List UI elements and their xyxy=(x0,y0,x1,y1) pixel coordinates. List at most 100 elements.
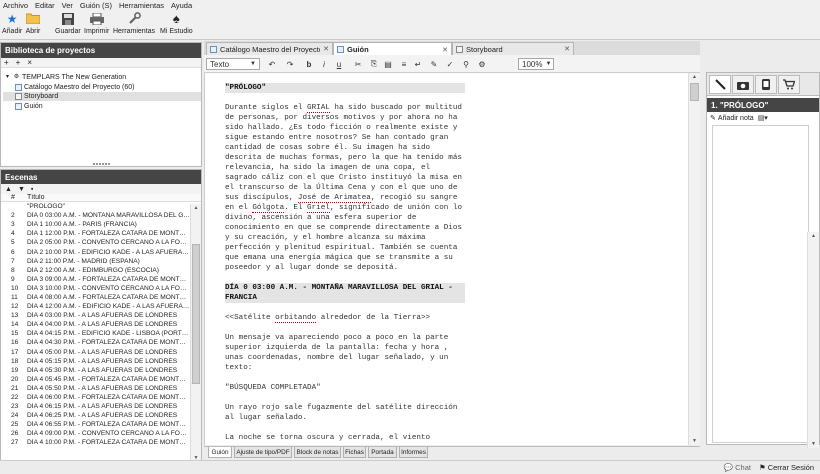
scene-row[interactable]: 21 DÍA 4 05:50 P.M. - A LAS AFUERAS DE LO… xyxy=(1,384,201,393)
scene-row[interactable]: 24 DÍA 4 06:25 P.M. - A LAS AFUERAS DE LO… xyxy=(1,411,201,420)
scene-heading-day0[interactable]: DÍA 0 03:00 A.M. - MONTAÑA MARAVILLOSA D… xyxy=(225,283,465,303)
note-area[interactable] xyxy=(712,125,809,443)
action-paragraph[interactable]: La noche se torna oscura y cerrada, el v… xyxy=(225,433,465,443)
tab-guion[interactable]: Guión ✕ xyxy=(333,42,452,56)
scene-row[interactable]: 7 DÍA 2 11:00 P.M. - MADRID (ESPAÑA) xyxy=(1,257,201,266)
move-down-icon[interactable]: ▼ xyxy=(18,186,25,193)
close-icon[interactable]: ✕ xyxy=(323,45,329,53)
underline-icon[interactable]: u xyxy=(334,58,344,70)
scene-row[interactable]: 6 DÍA 2 10:00 P.M. - EDIFICIO KADE - A LA… xyxy=(1,247,201,256)
close-icon[interactable]: ✕ xyxy=(442,46,448,54)
action-paragraph[interactable]: <<Satélite orbitando alrededor de la Tie… xyxy=(225,313,465,323)
redo-icon[interactable]: ↷ xyxy=(284,58,296,70)
menu-ayuda[interactable]: Ayuda xyxy=(171,1,192,10)
scene-row[interactable]: "PRÓLOGO" xyxy=(1,202,201,211)
bold-icon[interactable]: b xyxy=(304,58,314,70)
scroll-down-icon[interactable]: ▼ xyxy=(808,440,819,448)
copy-icon[interactable]: ⎘ xyxy=(368,58,380,70)
scene-row[interactable]: 3 DÍA 1 10:00 A.M. - PARÍS (FRANCIA) xyxy=(1,220,201,229)
scene-row[interactable]: 26 DÍA 4 09:00 P.M. - CONVENTO CERCANO A … xyxy=(1,429,201,438)
delete-item-icon[interactable]: × xyxy=(27,58,32,67)
col-number[interactable]: # xyxy=(1,194,27,201)
scene-row[interactable]: 11 DÍA 4 08:00 A.M. - FORTALEZA CATARA DE… xyxy=(1,293,201,302)
scenes-scroll-thumb[interactable] xyxy=(192,244,200,384)
menu-guion[interactable]: Guión (S) xyxy=(80,1,112,10)
editor-scrollbar[interactable]: ▲ ▼ xyxy=(688,73,700,445)
zoom-select[interactable]: 100% ▼ xyxy=(518,58,554,70)
cut-icon[interactable]: ✂ xyxy=(352,58,364,70)
spellcheck-icon[interactable]: ✓ xyxy=(444,58,456,70)
scene-options-icon[interactable]: ▪ xyxy=(31,186,33,193)
tools-button[interactable]: Herramientas xyxy=(113,11,155,35)
logout-button[interactable]: ⚑ Cerrar Sesión xyxy=(759,463,814,472)
menu-ver[interactable]: Ver xyxy=(62,1,73,10)
action-paragraph[interactable]: Un mensaje va apareciendo poco a poco en… xyxy=(225,333,465,373)
scene-row[interactable]: 10 DÍA 3 10:00 P.M. - CONVENTO CERCANO A … xyxy=(1,284,201,293)
note-options-icon[interactable]: ▤▾ xyxy=(758,114,768,122)
undo-icon[interactable]: ↶ xyxy=(266,58,278,70)
action-paragraph[interactable]: Durante siglos el GRIAL ha sido buscado … xyxy=(225,103,465,273)
editor-scroll-thumb[interactable] xyxy=(690,83,699,101)
view-tab-reports[interactable]: Informes xyxy=(399,447,428,458)
action-paragraph[interactable]: Un rayo rojo sale fugazmente del satélit… xyxy=(225,403,465,423)
col-title[interactable]: Título xyxy=(27,194,190,201)
scene-row[interactable]: 14 DÍA 4 04:00 P.M. - A LAS AFUERAS DE LO… xyxy=(1,320,201,329)
page-break-icon[interactable]: ↵ xyxy=(412,58,424,70)
print-button[interactable]: Imprimir xyxy=(84,11,109,35)
script-editor[interactable]: "PRÓLOGO" Durante siglos el GRIAL ha sid… xyxy=(204,73,688,445)
find-icon[interactable]: ⚲ xyxy=(460,58,472,70)
note-icon[interactable]: ✎ xyxy=(428,58,440,70)
scene-row[interactable]: 25 DÍA 4 06:55 P.M. - FORTALEZA CATARA DE… xyxy=(1,420,201,429)
dual-dialogue-icon[interactable]: ≡ xyxy=(398,58,410,70)
close-icon[interactable]: ✕ xyxy=(564,45,570,53)
tab-storyboard[interactable]: Storyboard ✕ xyxy=(452,42,574,55)
schedule-tab-phone-icon[interactable] xyxy=(755,75,777,94)
add-button[interactable]: ★ Añadir xyxy=(2,11,22,36)
scene-row[interactable]: 8 DÍA 2 12:00 A.M. - EDIMBURGO (ESCOCIA) xyxy=(1,266,201,275)
view-tab-title-page[interactable]: Portada xyxy=(368,447,397,458)
scene-row[interactable]: 5 DÍA 2 05:00 P.M. - CONVENTO CERCANO A L… xyxy=(1,238,201,247)
paste-icon[interactable]: ▤ xyxy=(382,58,394,70)
add-note-button[interactable]: ✎ Añadir nota xyxy=(710,114,754,123)
scroll-up-icon[interactable]: ▲ xyxy=(191,204,201,212)
scenes-scrollbar[interactable]: ▲ ▼ xyxy=(190,204,201,462)
view-tab-notes[interactable]: Block de notas xyxy=(294,447,341,458)
chat-button[interactable]: 💬 Chat xyxy=(724,463,751,472)
view-tab-pdf[interactable]: Ajuste de tipo/PDF xyxy=(234,447,292,458)
scene-row[interactable]: 19 DÍA 4 05:30 P.M. - A LAS AFUERAS DE LO… xyxy=(1,366,201,375)
action-paragraph[interactable]: "BÚSQUEDA COMPLETADA" xyxy=(225,383,465,393)
tree-project-root[interactable]: ▾ ⚙ TEMPLARS The New Generation xyxy=(4,73,126,82)
format-options-icon[interactable]: ⚙ xyxy=(476,58,488,70)
media-tab-camera-icon[interactable] xyxy=(732,75,754,94)
scene-row[interactable]: 9 DÍA 3 09:00 A.M. - FORTALEZA CATARA DE … xyxy=(1,275,201,284)
scene-row[interactable]: 22 DÍA 4 06:00 P.M. - FORTALEZA CATARA DE… xyxy=(1,393,201,402)
view-tab-cards[interactable]: Fichas xyxy=(343,447,366,458)
scene-row[interactable]: 27 DÍA 4 10:00 P.M. - FORTALEZA CATARA DE… xyxy=(1,438,201,447)
scene-row[interactable]: 4 DÍA 1 12:00 P.M. - FORTALEZA CATARA DE … xyxy=(1,229,201,238)
script-page[interactable]: "PRÓLOGO" Durante siglos el GRIAL ha sid… xyxy=(225,83,465,445)
menu-herramientas[interactable]: Herramientas xyxy=(119,1,164,10)
scroll-down-icon[interactable]: ▼ xyxy=(689,437,700,445)
scene-heading-prologue[interactable]: "PRÓLOGO" xyxy=(225,83,465,93)
menu-archivo[interactable]: Archivo xyxy=(3,1,28,10)
add-folder-icon[interactable]: + xyxy=(16,58,21,67)
scene-row[interactable]: 15 DÍA 4 04:15 P.M. - EDIFICIO KADE - LIS… xyxy=(1,329,201,338)
tree-item-storyboard[interactable]: Storyboard xyxy=(3,92,201,101)
tab-catalog[interactable]: Catálogo Maestro del Proyecto ✕ xyxy=(206,42,333,55)
view-tab-guion[interactable]: Guión xyxy=(208,447,232,458)
tree-item-catalog[interactable]: Catálogo Maestro del Proyecto (60) xyxy=(15,83,135,92)
collapse-icon[interactable]: ▾ xyxy=(4,74,11,81)
scene-row[interactable]: 20 DÍA 4 05:45 P.M. - FORTALEZA CATARA DE… xyxy=(1,375,201,384)
italic-icon[interactable]: i xyxy=(319,58,329,70)
sidebar-scrollbar[interactable]: ▲ ▼ xyxy=(807,232,819,448)
scene-row[interactable]: 2 DÍA 0 03:00 A.M. - MONTAÑA MARAVILLOSA … xyxy=(1,211,201,220)
add-item-icon[interactable]: + xyxy=(4,58,9,67)
scene-row[interactable]: 23 DÍA 4 06:15 P.M. - A LAS AFUERAS DE LO… xyxy=(1,402,201,411)
scene-row[interactable]: 17 DÍA 4 05:00 P.M. - A LAS AFUERAS DE LO… xyxy=(1,348,201,357)
save-button[interactable]: Guardar xyxy=(55,11,81,35)
scroll-up-icon[interactable]: ▲ xyxy=(808,232,819,240)
scene-row[interactable]: 16 DÍA 4 04:30 P.M. - FORTALEZA CATARA DE… xyxy=(1,338,201,347)
move-up-icon[interactable]: ▲ xyxy=(5,186,12,193)
menu-editar[interactable]: Editar xyxy=(35,1,55,10)
panel-splitter[interactable] xyxy=(0,163,202,166)
